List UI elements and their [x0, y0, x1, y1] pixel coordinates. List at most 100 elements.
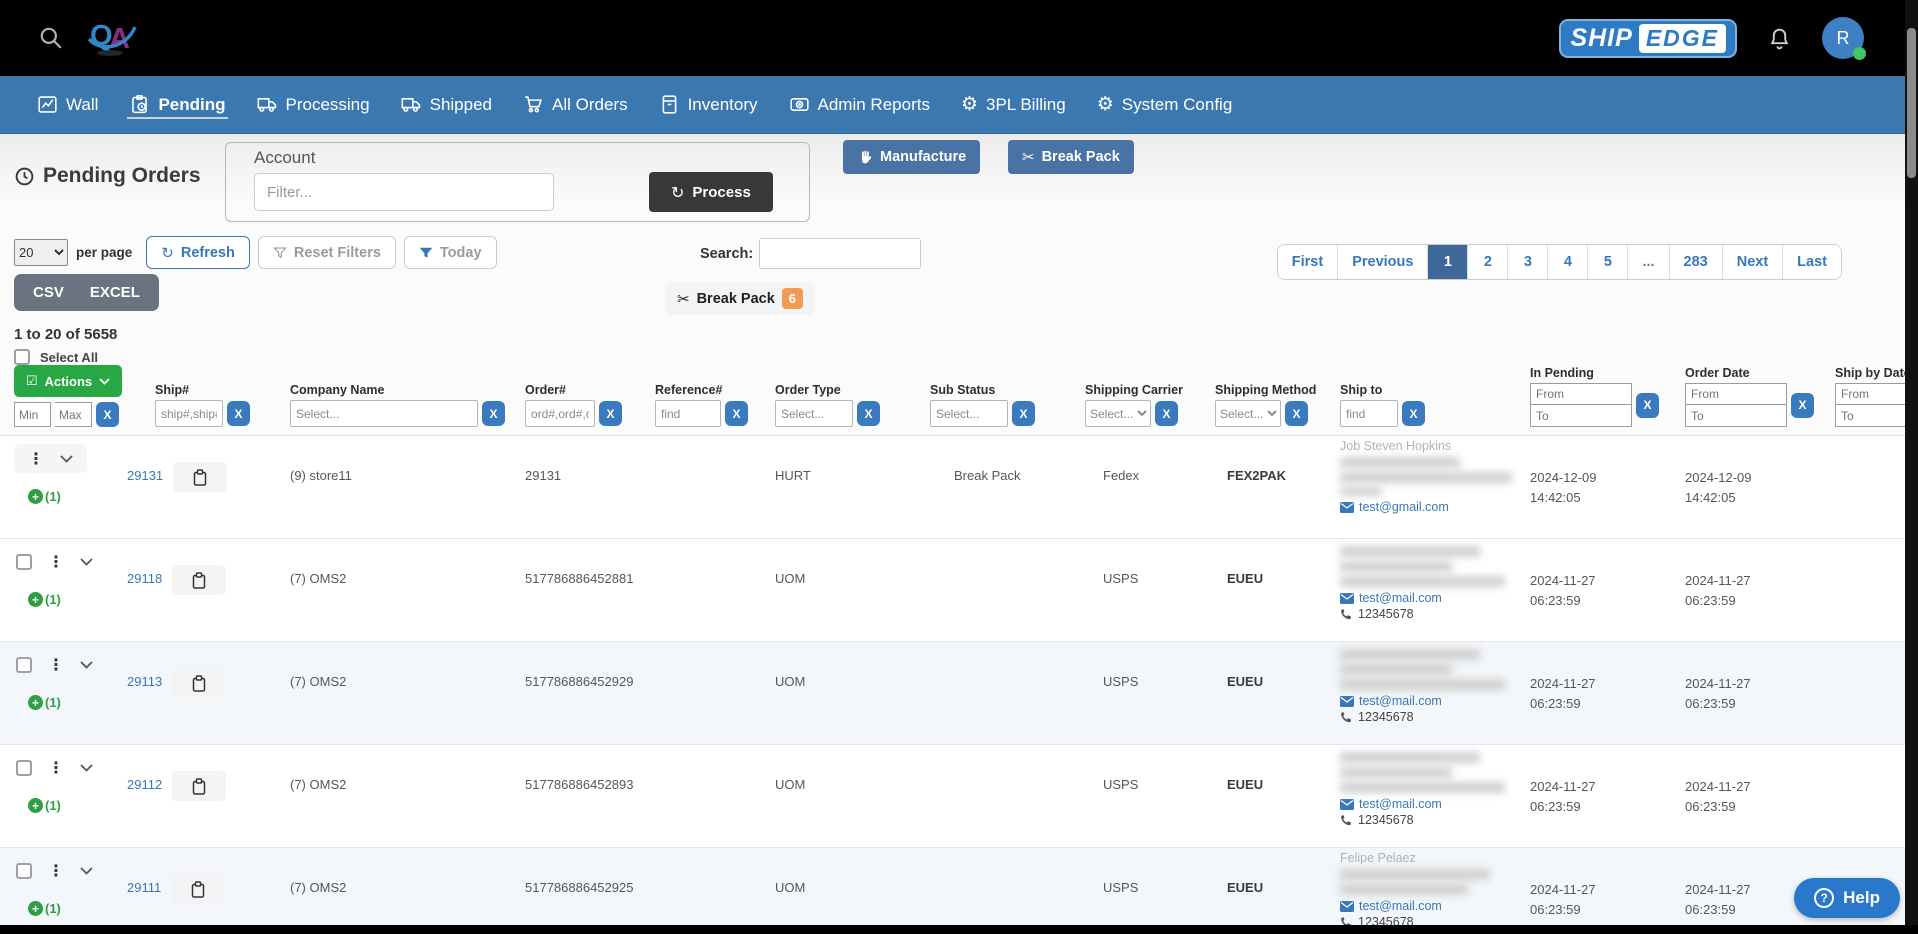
order-filter-input[interactable] — [525, 400, 595, 427]
ship-number-link[interactable]: 29131 — [127, 468, 163, 483]
page-4[interactable]: 4 — [1548, 245, 1588, 279]
qa-account-logo[interactable]: Q A — [86, 14, 138, 63]
clear-ship-filter-button[interactable]: X — [227, 401, 250, 426]
row-expand-chevron-icon[interactable] — [80, 764, 93, 772]
tab-3pl-billing[interactable]: ⚙ 3PL Billing — [959, 91, 1068, 119]
ship-number-link[interactable]: 29111 — [127, 880, 161, 895]
page-1[interactable]: 1 — [1428, 245, 1468, 279]
min-qty-input[interactable] — [14, 402, 51, 427]
expand-items-badge[interactable]: + (1) — [28, 901, 125, 916]
account-filter-input[interactable] — [254, 173, 554, 211]
manufacture-button[interactable]: Manufacture — [843, 140, 980, 174]
break-pack-button[interactable]: ✂ Break Pack — [1008, 140, 1134, 174]
email-link[interactable]: test@mail.com — [1340, 591, 1516, 605]
clear-minmax-button[interactable]: X — [96, 402, 119, 427]
email-link[interactable]: test@mail.com — [1340, 797, 1516, 811]
page-283[interactable]: 283 — [1670, 245, 1723, 279]
clear-ship-to-filter-button[interactable]: X — [1402, 401, 1425, 426]
refresh-button[interactable]: ↻ Refresh — [146, 236, 250, 269]
tab-system-config[interactable]: ⚙ System Config — [1095, 91, 1235, 119]
copy-icon[interactable] — [171, 874, 225, 904]
page-first[interactable]: First — [1278, 245, 1338, 279]
copy-icon[interactable] — [172, 771, 226, 801]
ship-number-link[interactable]: 29113 — [127, 674, 162, 689]
page-2[interactable]: 2 — [1468, 245, 1508, 279]
shipping-carrier-select[interactable]: Select... — [1085, 400, 1151, 427]
order-date-from-input[interactable] — [1685, 383, 1787, 405]
clear-carrier-filter-button[interactable]: X — [1155, 401, 1178, 426]
page-next[interactable]: Next — [1723, 245, 1783, 279]
row-expand-chevron-icon[interactable] — [80, 661, 93, 669]
break-pack-filter-pill[interactable]: ✂ Break Pack 6 — [665, 282, 815, 315]
row-expand-chevron-icon[interactable] — [60, 455, 73, 463]
scrollbar-thumb[interactable] — [1907, 28, 1916, 178]
csv-export-button[interactable]: CSV — [20, 277, 77, 308]
order-type-filter-select[interactable] — [775, 400, 853, 427]
row-checkbox[interactable] — [16, 760, 32, 776]
search-icon[interactable] — [38, 25, 64, 51]
tab-inventory[interactable]: Inventory — [657, 90, 760, 119]
clear-order-date-filter-button[interactable]: X — [1791, 393, 1814, 418]
copy-icon[interactable] — [173, 462, 227, 492]
row-expand-chevron-icon[interactable] — [80, 867, 93, 875]
clear-company-filter-button[interactable]: X — [482, 401, 505, 426]
copy-icon[interactable] — [172, 565, 226, 595]
tab-all-orders[interactable]: All Orders — [521, 90, 630, 119]
clear-reference-filter-button[interactable]: X — [725, 401, 748, 426]
reset-filters-button[interactable]: Reset Filters — [258, 236, 396, 269]
clear-method-filter-button[interactable]: X — [1285, 401, 1308, 426]
help-button[interactable]: ? Help — [1794, 878, 1900, 918]
ship-number-link[interactable]: 29118 — [127, 571, 162, 586]
tab-shipped[interactable]: Shipped — [399, 90, 494, 119]
tab-pending[interactable]: Pending — [127, 90, 227, 119]
clear-order-type-filter-button[interactable]: X — [857, 401, 880, 426]
ship-number-link[interactable]: 29112 — [127, 777, 162, 792]
excel-export-button[interactable]: EXCEL — [77, 277, 153, 308]
row-menu-kebab-icon[interactable]: ⋮ — [48, 552, 64, 571]
order-date-to-input[interactable] — [1685, 405, 1787, 427]
email-link[interactable]: test@mail.com — [1340, 899, 1516, 913]
table-search-input[interactable] — [759, 238, 921, 269]
row-menu-kebab-icon[interactable]: ⋮ — [28, 449, 44, 468]
max-qty-input[interactable] — [55, 402, 92, 427]
per-page-select[interactable]: 20 — [14, 239, 68, 266]
copy-icon[interactable] — [172, 668, 226, 698]
page-last[interactable]: Last — [1783, 245, 1841, 279]
sub-status-filter-select[interactable] — [930, 400, 1008, 427]
today-button[interactable]: Today — [404, 236, 497, 269]
expand-items-badge[interactable]: + (1) — [28, 695, 125, 710]
ship-filter-input[interactable] — [155, 400, 223, 427]
select-all-checkbox[interactable] — [14, 349, 30, 365]
tab-admin-reports[interactable]: Admin Reports — [787, 90, 932, 119]
page-5[interactable]: 5 — [1588, 245, 1628, 279]
page-3[interactable]: 3 — [1508, 245, 1548, 279]
row-expand-chevron-icon[interactable] — [80, 558, 93, 566]
email-link[interactable]: test@gmail.com — [1340, 500, 1516, 514]
expand-items-badge[interactable]: + (1) — [28, 798, 125, 813]
notifications-bell-icon[interactable] — [1767, 26, 1792, 51]
expand-items-badge[interactable]: + (1) — [28, 592, 125, 607]
reference-filter-input[interactable] — [655, 400, 721, 427]
ship-to-filter-input[interactable] — [1340, 400, 1398, 427]
row-menu-kebab-icon[interactable]: ⋮ — [48, 861, 64, 880]
email-link[interactable]: test@mail.com — [1340, 694, 1516, 708]
clear-sub-status-filter-button[interactable]: X — [1012, 401, 1035, 426]
in-pending-to-input[interactable] — [1530, 405, 1632, 427]
vertical-scrollbar[interactable] — [1905, 0, 1918, 934]
page-previous[interactable]: Previous — [1338, 245, 1428, 279]
page-ellipsis[interactable]: ... — [1628, 245, 1669, 279]
row-checkbox[interactable] — [16, 863, 32, 879]
shipping-method-select[interactable]: Select... — [1215, 400, 1281, 427]
actions-dropdown-button[interactable]: ☑ Actions — [14, 365, 122, 397]
tab-processing[interactable]: Processing — [255, 90, 372, 119]
row-checkbox[interactable] — [16, 554, 32, 570]
row-checkbox[interactable] — [16, 657, 32, 673]
tab-wall[interactable]: Wall — [35, 90, 100, 119]
row-menu-kebab-icon[interactable]: ⋮ — [48, 655, 64, 674]
expand-items-badge[interactable]: + (1) — [28, 489, 125, 504]
user-avatar[interactable]: R — [1822, 17, 1864, 59]
in-pending-from-input[interactable] — [1530, 383, 1632, 405]
row-menu-kebab-icon[interactable]: ⋮ — [48, 758, 64, 777]
process-button[interactable]: ↻ Process — [649, 172, 773, 212]
clear-in-pending-filter-button[interactable]: X — [1636, 393, 1659, 418]
